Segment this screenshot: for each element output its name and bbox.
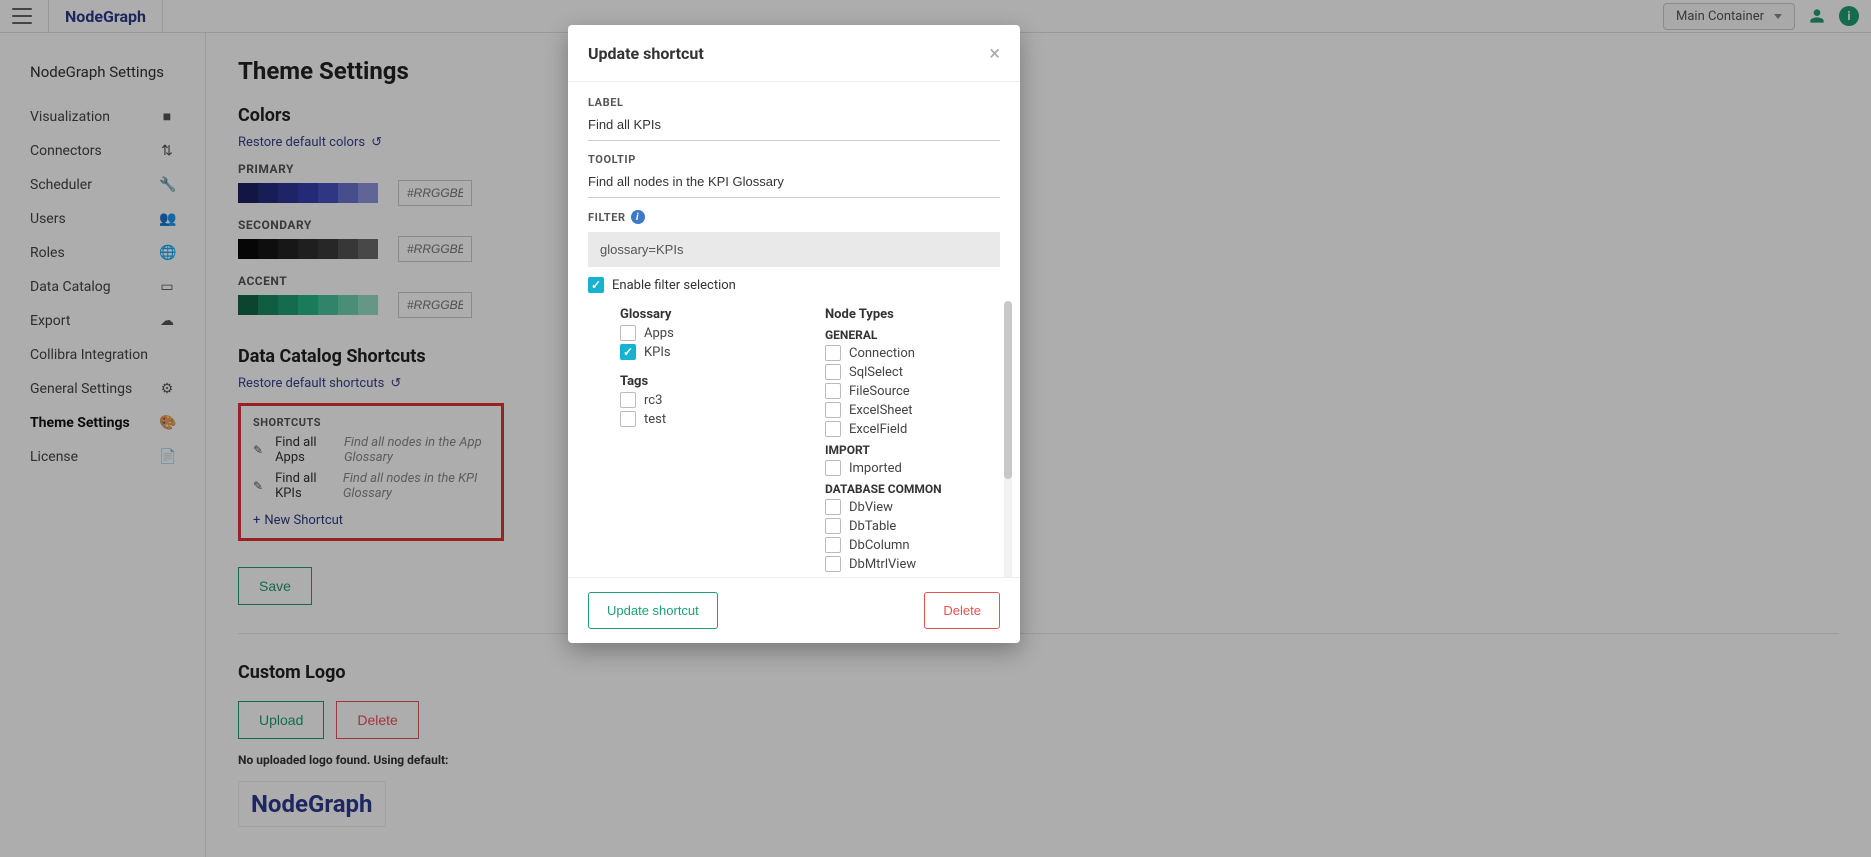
checkbox[interactable] (825, 460, 841, 476)
filter-field-label: FILTER i (588, 210, 1000, 224)
label-input[interactable] (588, 109, 1000, 141)
checkbox[interactable] (620, 325, 636, 341)
tag-item-label: test (644, 412, 666, 427)
checkbox[interactable] (620, 392, 636, 408)
glossary-item-label: KPIs (644, 345, 671, 360)
glossary-title: Glossary (620, 307, 795, 322)
nodetype-item-label: Imported (849, 461, 902, 476)
filter-readonly (588, 232, 1000, 267)
checkbox[interactable] (825, 556, 841, 572)
nodetype-item[interactable]: DbTable (825, 518, 1000, 534)
modal-title: Update shortcut (588, 44, 704, 63)
checkbox[interactable] (620, 344, 636, 360)
nodetype-item[interactable]: ExcelField (825, 421, 1000, 437)
scrollbar[interactable] (1004, 301, 1012, 577)
nodetype-item-label: DbView (849, 500, 893, 515)
glossary-item[interactable]: Apps (620, 325, 795, 341)
modal-footer: Update shortcut Delete (568, 577, 1020, 643)
info-icon[interactable]: i (631, 210, 645, 224)
nodetype-group-title: IMPORT (825, 443, 1000, 457)
nodetype-item[interactable]: ExcelSheet (825, 402, 1000, 418)
filter-left-col: Glossary Apps KPIs Tags rc3 test (620, 301, 795, 577)
checkbox[interactable] (825, 383, 841, 399)
update-shortcut-modal: Update shortcut × LABEL TOOLTIP FILTER i… (568, 25, 1020, 643)
checkbox[interactable] (825, 345, 841, 361)
nodetype-item[interactable]: DbMtrlView (825, 556, 1000, 572)
nodetype-item[interactable]: DbView (825, 499, 1000, 515)
enable-filter-checkbox[interactable] (588, 277, 604, 293)
modal-header: Update shortcut × (568, 25, 1020, 82)
nodetype-item[interactable]: Imported (825, 460, 1000, 476)
nodetypes-title: Node Types (825, 307, 1000, 322)
nodetype-item-label: DbTable (849, 519, 896, 534)
scrollbar-thumb[interactable] (1004, 301, 1012, 479)
enable-filter-label: Enable filter selection (612, 278, 736, 293)
checkbox[interactable] (825, 421, 841, 437)
modal-body: LABEL TOOLTIP FILTER i Enable filter sel… (568, 82, 1020, 577)
nodetype-group-title: DATABASE COMMON (825, 482, 1000, 496)
filter-right-col: Node Types GENERAL Connection SqlSelect Fil… (825, 301, 1000, 577)
checkbox[interactable] (825, 364, 841, 380)
nodetype-item[interactable]: Connection (825, 345, 1000, 361)
checkbox[interactable] (825, 402, 841, 418)
nodetype-item[interactable]: DbColumn (825, 537, 1000, 553)
tooltip-input[interactable] (588, 166, 1000, 198)
nodetype-item-label: ExcelSheet (849, 403, 913, 418)
nodetype-item-label: DbMtrlView (849, 557, 916, 572)
update-shortcut-button[interactable]: Update shortcut (588, 592, 718, 629)
tag-item[interactable]: test (620, 411, 795, 427)
label-field-label: LABEL (588, 96, 1000, 109)
delete-shortcut-button[interactable]: Delete (924, 592, 1000, 629)
tags-title: Tags (620, 374, 795, 389)
checkbox[interactable] (825, 518, 841, 534)
nodetype-item-label: SqlSelect (849, 365, 903, 380)
nodetype-item-label: DbColumn (849, 538, 910, 553)
tooltip-field-label: TOOLTIP (588, 153, 1000, 166)
close-icon[interactable]: × (989, 41, 1000, 65)
checkbox[interactable] (825, 537, 841, 553)
nodetype-item-label: ExcelField (849, 422, 907, 437)
nodetype-item-label: Connection (849, 346, 915, 361)
nodetype-group-title: GENERAL (825, 328, 1000, 342)
nodetype-item[interactable]: SqlSelect (825, 364, 1000, 380)
filter-selection: Glossary Apps KPIs Tags rc3 test Node Type… (588, 301, 1000, 577)
tag-item-label: rc3 (644, 393, 662, 408)
tag-item[interactable]: rc3 (620, 392, 795, 408)
checkbox[interactable] (825, 499, 841, 515)
glossary-item[interactable]: KPIs (620, 344, 795, 360)
nodetype-item-label: FileSource (849, 384, 910, 399)
enable-filter-row[interactable]: Enable filter selection (588, 277, 1000, 293)
glossary-item-label: Apps (644, 326, 674, 341)
nodetype-item[interactable]: FileSource (825, 383, 1000, 399)
checkbox[interactable] (620, 411, 636, 427)
